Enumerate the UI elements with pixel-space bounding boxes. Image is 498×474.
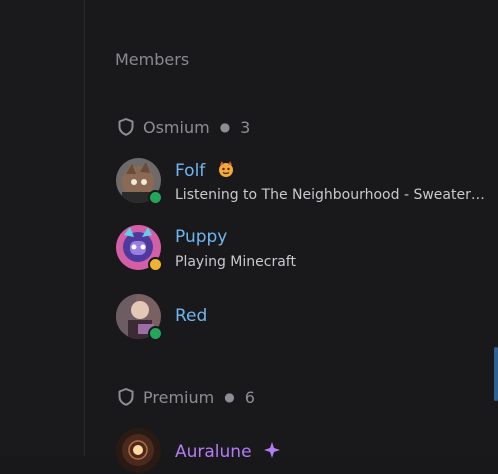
- member-name: Red: [175, 306, 208, 326]
- status-idle-indicator: [148, 257, 163, 272]
- devil-cat-emoji-icon: [218, 161, 233, 177]
- left-rail: [0, 0, 85, 456]
- shield-icon: [118, 118, 134, 136]
- group-count: 3: [240, 117, 251, 137]
- member-activity: Playing Minecraft: [175, 254, 296, 270]
- group-header-premium[interactable]: Premium ● 6: [116, 386, 255, 408]
- separator-dot: ●: [224, 390, 235, 404]
- members-title: Members: [115, 50, 190, 69]
- scrollbar[interactable]: [494, 347, 498, 401]
- shield-icon: [118, 388, 134, 406]
- group-count: 6: [244, 387, 255, 407]
- member-name: Auralune: [175, 441, 281, 462]
- separator-dot: ●: [219, 120, 231, 134]
- group-name: Osmium: [143, 117, 210, 137]
- status-online-indicator: [148, 190, 163, 205]
- member-activity: Listening to The Neighbourhood - Sweater…: [175, 187, 485, 203]
- member-name: Folf: [175, 160, 235, 181]
- status-online-indicator: [148, 326, 163, 341]
- member-auralune[interactable]: Auralune: [116, 428, 486, 474]
- member-red[interactable]: Red: [116, 294, 486, 341]
- avatar[interactable]: [116, 428, 161, 473]
- group-name: Premium: [143, 387, 215, 407]
- member-puppy[interactable]: Puppy Playing Minecraft: [116, 225, 486, 272]
- member-folf[interactable]: Folf Listening to The Neighbourhood - Sw…: [116, 158, 486, 205]
- sparkle-icon: [263, 442, 280, 458]
- group-header-osmium[interactable]: Osmium ● 3: [116, 116, 250, 138]
- member-name: Puppy: [175, 227, 228, 247]
